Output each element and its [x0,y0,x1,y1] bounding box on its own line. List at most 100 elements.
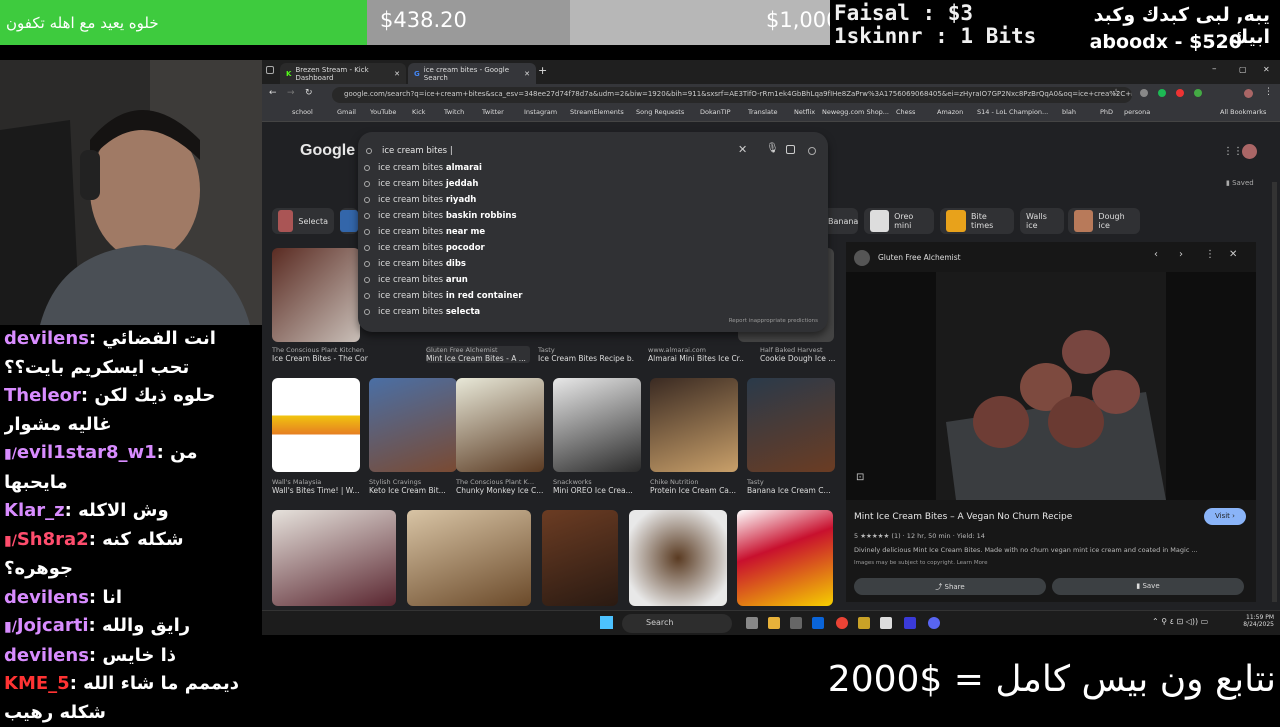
tray-icons[interactable]: ⌃ ⚲ ٤ ⊡ ◁)) ▭ [1152,617,1208,626]
search-suggestion[interactable]: ice cream bites riyadh [364,192,804,208]
profile-avatar[interactable] [1244,89,1253,98]
result-caption[interactable]: The Conscious Plant K...Chunky Monkey Ic… [456,478,544,495]
chat-username[interactable]: devilens [4,587,89,608]
result-image[interactable] [272,378,360,472]
file-explorer-icon[interactable] [768,617,780,629]
extension-icon[interactable] [1158,89,1166,97]
search-suggestion[interactable]: ice cream bites dibs [364,256,804,272]
chrome-icon[interactable] [836,617,848,629]
discord-icon[interactable] [928,617,940,629]
result-image[interactable] [369,378,457,472]
prev-icon[interactable]: ‹ [1154,249,1158,260]
search-suggestion[interactable]: ice cream bites near me [364,224,804,240]
result-image[interactable] [542,510,618,606]
result-caption[interactable]: Gluten Free AlchemistMint Ice Cream Bite… [426,346,530,363]
premiere-icon[interactable] [904,617,916,629]
maximize-button[interactable]: ▢ [1239,65,1247,74]
url-bar[interactable]: google.com/search?q=ice+cream+bites&sca_… [332,87,1132,103]
chip-dough-ice[interactable]: Dough ice [1068,208,1140,234]
bookmark-item[interactable]: Kick [412,108,425,116]
search-box[interactable]: ice cream bites | ✕ 🎙 ice cream bites al… [358,132,828,332]
result-image[interactable] [747,378,835,472]
close-panel-icon[interactable]: ✕ [1229,249,1237,260]
bookmark-item[interactable]: persona [1124,108,1150,116]
bookmark-item[interactable]: Amazon [937,108,963,116]
app-icon[interactable] [858,617,870,629]
saved-link[interactable]: ▮ Saved [1226,179,1254,187]
search-suggestion[interactable]: ice cream bites almarai [364,160,804,176]
bookmark-item[interactable]: S14 - LoL Champion... [977,108,1048,116]
minimize-button[interactable]: – [1212,64,1217,74]
clear-icon[interactable]: ✕ [738,143,747,156]
extension-icon[interactable] [1140,89,1148,97]
preview-image[interactable] [846,272,1256,500]
chat-username[interactable]: devilens [4,645,89,666]
result-caption[interactable]: Half Baked HarvestCookie Dough Ice ... [760,346,856,363]
reload-icon[interactable]: ↻ [305,88,313,98]
search-suggestion[interactable]: ice cream bites pocodor [364,240,804,256]
search-suggestion[interactable]: ice cream bites baskin robbins [364,208,804,224]
windows-start-icon[interactable] [600,616,613,629]
result-image[interactable] [737,510,833,606]
chat-username[interactable]: KME_5 [4,673,70,694]
bookmark-item[interactable]: Translate [748,108,778,116]
search-input[interactable]: ice cream bites | [382,146,453,156]
scrollbar[interactable] [1272,182,1277,602]
taskview-icon[interactable] [746,617,758,629]
more-icon[interactable]: ⋮ [1205,249,1215,260]
result-caption[interactable]: Chike NutritionProtein Ice Cream Ca... [650,478,738,495]
new-tab-button[interactable]: + [538,64,547,77]
lens-search-icon[interactable]: ⊡ [856,472,864,483]
bookmark-item[interactable]: DokanTIP [700,108,731,116]
star-icon[interactable]: ☆ [1112,88,1120,98]
panel-title[interactable]: Mint Ice Cream Bites – A Vegan No Churn … [854,512,1072,522]
result-caption[interactable]: Wall's MalaysiaWall's Bites Time! | W... [272,478,360,495]
panel-source[interactable]: Gluten Free Alchemist [878,253,961,262]
extension-icon[interactable] [1194,89,1202,97]
google-logo[interactable]: Google [300,142,355,160]
bookmark-item[interactable]: Gmail [337,108,356,116]
outlook-icon[interactable] [812,617,824,629]
bookmark-item[interactable]: Instagram [524,108,557,116]
bookmark-item[interactable]: Song Requests [636,108,684,116]
result-caption[interactable]: The Conscious Plant KitchenIce Cream Bit… [272,346,368,363]
forward-icon[interactable]: → [287,88,295,98]
bookmark-item[interactable]: Chess [896,108,915,116]
chip-partial[interactable] [340,208,358,234]
chat-username[interactable]: Jojcarti [17,615,89,636]
search-suggestion[interactable]: ice cream bites jeddah [364,176,804,192]
chip-bite-times[interactable]: Bite times [940,208,1014,234]
result-image[interactable] [456,378,544,472]
result-image[interactable] [407,510,531,606]
bookmark-item[interactable]: YouTube [370,108,396,116]
result-image[interactable] [553,378,641,472]
result-caption[interactable]: SnackworksMini OREO Ice Crea... [553,478,641,495]
chat-username[interactable]: evil1star8_w1 [17,442,157,463]
share-button[interactable]: ⤴ Share [854,578,1046,595]
extension-icon[interactable] [1176,89,1184,97]
bookmark-item[interactable]: blah [1062,108,1076,116]
mic-icon[interactable]: 🎙 [766,143,779,154]
report-link[interactable]: Report inappropriate predictions [729,318,818,324]
taskbar-search[interactable]: Search [622,614,732,633]
next-icon[interactable]: › [1179,249,1183,260]
search-suggestion[interactable]: ice cream bites in red container [364,288,804,304]
result-caption[interactable]: TastyBanana Ice Cream C... [747,478,835,495]
store-icon[interactable] [790,617,802,629]
search-submit-icon[interactable] [808,147,816,155]
chat-username[interactable]: Theleor [4,385,81,406]
close-icon[interactable]: ✕ [394,70,400,78]
bookmark-item[interactable]: Netflix [794,108,815,116]
result-image[interactable] [272,510,396,606]
bookmark-item[interactable]: Twitch [444,108,464,116]
chip-walls-ice[interactable]: Walls ice [1020,208,1064,234]
close-window-button[interactable]: ✕ [1263,65,1270,74]
bookmark-item[interactable]: All Bookmarks [1220,108,1266,116]
bookmark-item[interactable]: StreamElements [570,108,624,116]
bookmark-item[interactable]: Twitter [482,108,504,116]
chat-username[interactable]: devilens [4,328,89,349]
tab-google-search[interactable]: G ice cream bites - Google Search ✕ [408,63,536,84]
app-icon[interactable] [880,617,892,629]
visit-button[interactable]: Visit › [1204,508,1246,525]
bookmark-item[interactable]: Newegg.com Shop... [822,108,889,116]
